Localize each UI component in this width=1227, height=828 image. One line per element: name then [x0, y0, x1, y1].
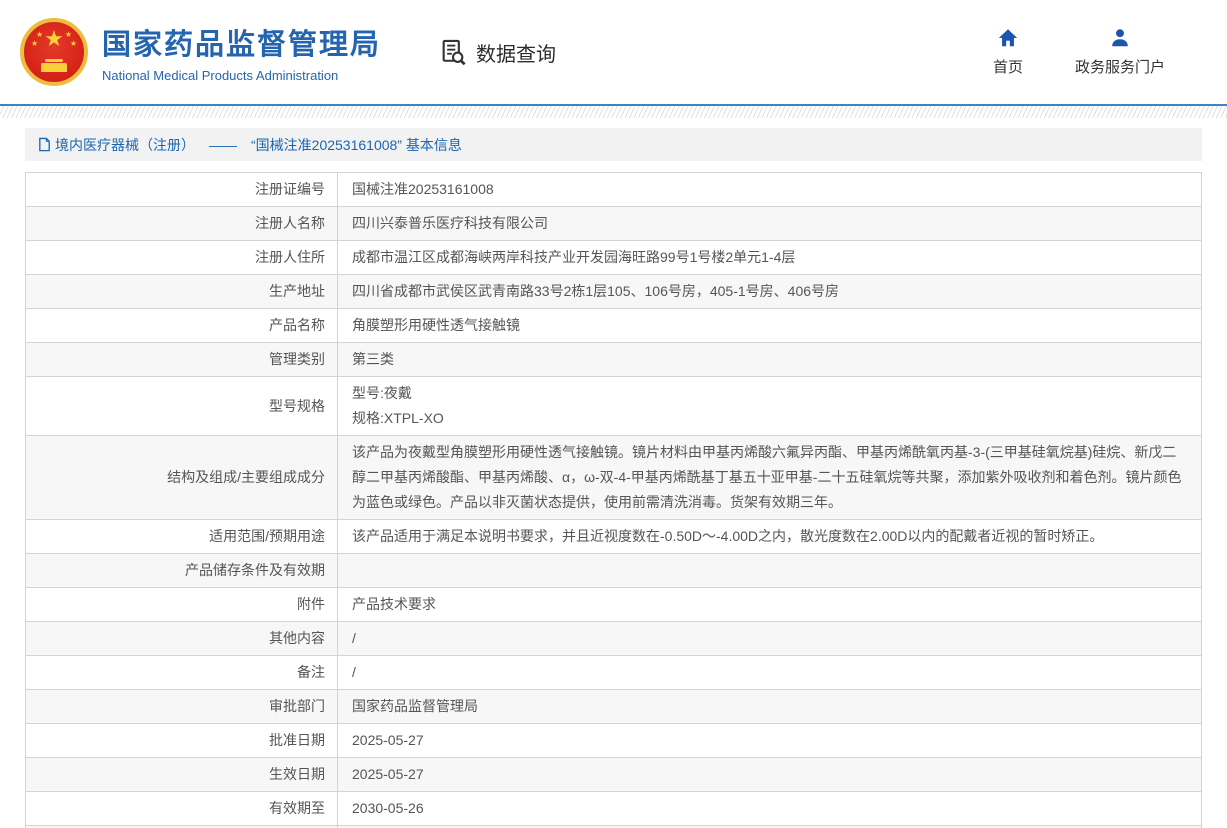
row-label: 注册人名称 — [26, 207, 338, 240]
table-row: 型号规格型号:夜戴 规格:XTPL-XO — [26, 377, 1201, 436]
header-nav: 首页 政务服务门户 — [993, 27, 1193, 77]
row-value: 国家药品监督管理局 — [338, 690, 1201, 723]
table-row: 其他内容/ — [26, 622, 1201, 656]
row-label: 注册人住所 — [26, 241, 338, 274]
nav-gov-portal-label: 政务服务门户 — [1075, 56, 1165, 77]
row-label: 备注 — [26, 656, 338, 689]
table-row: 管理类别第三类 — [26, 343, 1201, 377]
row-label: 审批部门 — [26, 690, 338, 723]
table-row: 生产地址四川省成都市武侯区武青南路33号2栋1层105、106号房，405-1号… — [26, 275, 1201, 309]
site-logo[interactable]: ★ ★ ★ ★ ★ 国家药品监督管理局 National Medical Pro… — [20, 18, 381, 86]
row-value: 2025-05-27 — [338, 724, 1201, 757]
document-search-icon — [439, 38, 467, 66]
row-value: / — [338, 656, 1201, 689]
table-row: 审批部门国家药品监督管理局 — [26, 690, 1201, 724]
table-row: 产品名称角膜塑形用硬性透气接触镜 — [26, 309, 1201, 343]
table-row: 有效期至2030-05-26 — [26, 792, 1201, 826]
row-label: 批准日期 — [26, 724, 338, 757]
row-value: 四川省成都市武侯区武青南路33号2栋1层105、106号房，405-1号房、40… — [338, 275, 1201, 308]
data-query-tab[interactable]: 数据查询 — [439, 38, 556, 67]
row-value: 第三类 — [338, 343, 1201, 376]
row-value: 角膜塑形用硬性透气接触镜 — [338, 309, 1201, 342]
row-value: / — [338, 622, 1201, 655]
table-row: 附件产品技术要求 — [26, 588, 1201, 622]
breadcrumb-separator: —— — [209, 137, 237, 153]
row-value: 该产品为夜戴型角膜塑形用硬性透气接触镜。镜片材料由甲基丙烯酸六氟异丙酯、甲基丙烯… — [338, 436, 1201, 519]
china-national-emblem-icon: ★ ★ ★ ★ ★ — [20, 18, 88, 86]
row-label: 管理类别 — [26, 343, 338, 376]
row-label: 适用范围/预期用途 — [26, 520, 338, 553]
table-row: 生效日期2025-05-27 — [26, 758, 1201, 792]
document-icon — [37, 137, 52, 152]
table-row: 结构及组成/主要组成成分该产品为夜戴型角膜塑形用硬性透气接触镜。镜片材料由甲基丙… — [26, 436, 1201, 520]
row-value: 2025-05-27 — [338, 758, 1201, 791]
row-value: 国械注准20253161008 — [338, 173, 1201, 206]
row-label: 型号规格 — [26, 377, 338, 435]
breadcrumb: 境内医疗器械（注册） —— “国械注准20253161008” 基本信息 — [25, 128, 1202, 161]
row-label: 注册证编号 — [26, 173, 338, 206]
row-label: 生效日期 — [26, 758, 338, 791]
row-label: 附件 — [26, 588, 338, 621]
row-value — [338, 554, 1201, 587]
row-label: 产品储存条件及有效期 — [26, 554, 338, 587]
breadcrumb-category[interactable]: 境内医疗器械（注册） — [55, 135, 195, 155]
row-value: 产品技术要求 — [338, 588, 1201, 621]
table-row: 备注/ — [26, 656, 1201, 690]
nav-home-label: 首页 — [993, 56, 1023, 77]
row-value: 成都市温江区成都海峡两岸科技产业开发园海旺路99号1号楼2单元1-4层 — [338, 241, 1201, 274]
table-row: 注册人名称四川兴泰普乐医疗科技有限公司 — [26, 207, 1201, 241]
row-label: 生产地址 — [26, 275, 338, 308]
table-row: 批准日期2025-05-27 — [26, 724, 1201, 758]
header-stripe-band — [0, 106, 1227, 118]
registration-table: 注册证编号国械注准20253161008注册人名称四川兴泰普乐医疗科技有限公司注… — [25, 172, 1202, 828]
site-header: ★ ★ ★ ★ ★ 国家药品监督管理局 National Medical Pro… — [0, 0, 1227, 104]
breadcrumb-current: “国械注准20253161008” 基本信息 — [251, 135, 462, 155]
row-label: 结构及组成/主要组成成分 — [26, 436, 338, 519]
data-query-label: 数据查询 — [476, 38, 556, 67]
nav-home[interactable]: 首页 — [993, 27, 1023, 77]
row-value: 该产品适用于满足本说明书要求，并且近视度数在-0.50D～-4.00D之内，散光… — [338, 520, 1201, 553]
table-row: 注册人住所成都市温江区成都海峡两岸科技产业开发园海旺路99号1号楼2单元1-4层 — [26, 241, 1201, 275]
row-label: 其他内容 — [26, 622, 338, 655]
nav-gov-portal[interactable]: 政务服务门户 — [1075, 27, 1165, 77]
org-title: 国家药品监督管理局 National Medical Products Admi… — [102, 21, 381, 83]
row-label: 产品名称 — [26, 309, 338, 342]
table-row: 产品储存条件及有效期 — [26, 554, 1201, 588]
table-row: 适用范围/预期用途该产品适用于满足本说明书要求，并且近视度数在-0.50D～-4… — [26, 520, 1201, 554]
org-title-cn: 国家药品监督管理局 — [102, 21, 381, 63]
org-title-en: National Medical Products Administration — [102, 68, 381, 83]
row-label: 有效期至 — [26, 792, 338, 825]
row-value: 型号:夜戴 规格:XTPL-XO — [338, 377, 1201, 435]
table-row: 注册证编号国械注准20253161008 — [26, 173, 1201, 207]
home-icon — [997, 27, 1019, 49]
row-value: 2030-05-26 — [338, 792, 1201, 825]
user-icon — [1109, 27, 1131, 49]
row-value: 四川兴泰普乐医疗科技有限公司 — [338, 207, 1201, 240]
